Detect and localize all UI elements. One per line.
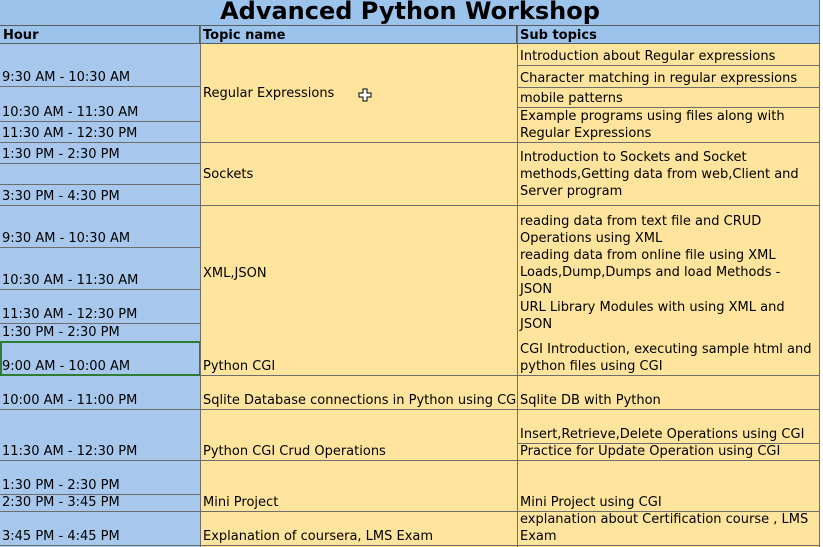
topic-cell[interactable]: Explanation of coursera, LMS Exam — [201, 512, 517, 545]
hour-cell[interactable]: 9:30 AM - 10:30 AM — [0, 44, 200, 86]
hour-cell[interactable]: 11:30 AM - 12:30 PM — [0, 290, 200, 323]
header-hour[interactable]: Hour — [0, 26, 200, 44]
subtopic-cell[interactable]: Insert,Retrieve,Delete Operations using … — [518, 410, 820, 443]
hour-cell[interactable]: 11:30 AM - 12:30 PM — [0, 410, 200, 460]
topic-cell[interactable]: Sockets — [201, 143, 517, 205]
hour-cell[interactable]: 10:30 AM - 11:30 AM — [0, 248, 200, 289]
move-cursor-icon — [358, 88, 372, 102]
hour-cell[interactable]: 3:45 PM - 4:45 PM — [0, 512, 200, 545]
topic-cell[interactable]: Python CGI Crud Operations — [201, 410, 517, 460]
hour-cell[interactable]: 3:30 PM - 4:30 PM — [0, 185, 200, 205]
grid-line — [0, 163, 200, 164]
topic-cell[interactable]: Sqlite Database connections in Python us… — [201, 376, 517, 409]
subtopic-cell[interactable]: reading data from online file using XML … — [518, 248, 793, 298]
topic-cell[interactable]: Mini Project — [201, 461, 517, 511]
topic-cell[interactable]: XML,JSON — [201, 206, 517, 341]
hour-cell[interactable]: 11:30 AM - 12:30 PM — [0, 122, 200, 142]
subtopic-cell[interactable]: Character matching in regular expression… — [518, 66, 820, 87]
subtopic-cell[interactable]: Example programs using files along with … — [518, 108, 818, 142]
topic-cell[interactable]: Python CGI — [201, 342, 517, 375]
hour-cell[interactable]: 2:30 PM - 3:45 PM — [0, 495, 200, 511]
subtopic-cell[interactable]: Introduction about Regular expressions — [518, 44, 820, 65]
subtopic-cell[interactable]: Mini Project using CGI — [518, 461, 820, 511]
header-subtopics[interactable]: Sub topics — [517, 26, 820, 44]
hour-cell[interactable]: 1:30 PM - 2:30 PM — [0, 143, 200, 163]
hour-cell[interactable]: 9:30 AM - 10:30 AM — [0, 206, 200, 247]
subtopic-cell[interactable]: explanation about Certification course ,… — [518, 512, 818, 545]
sheet-title[interactable]: Advanced Python Workshop — [0, 0, 820, 26]
selected-cell-outline — [0, 341, 200, 376]
subtopic-cell[interactable]: URL Library Modules with using XML and J… — [518, 299, 818, 333]
hour-cell[interactable]: 1:30 PM - 2:30 PM — [0, 324, 200, 341]
hour-cell[interactable]: 1:30 PM - 2:30 PM — [0, 461, 200, 494]
subtopic-cell[interactable]: Introduction to Sockets and Socket metho… — [518, 143, 818, 205]
subtopic-cell[interactable]: mobile patterns — [518, 88, 820, 107]
hour-cell[interactable]: 10:00 AM - 11:00 PM — [0, 376, 200, 409]
grid-line — [0, 545, 820, 546]
subtopic-cell[interactable]: Practice for Update Operation using CGI — [518, 444, 820, 460]
header-topic[interactable]: Topic name — [200, 26, 517, 44]
hour-cell[interactable]: 10:30 AM - 11:30 AM — [0, 87, 200, 121]
subtopic-cell[interactable]: reading data from text file and CRUD Ope… — [518, 206, 808, 247]
subtopic-cell[interactable]: CGI Introduction, executing sample html … — [518, 341, 820, 375]
subtopic-cell[interactable]: Sqlite DB with Python — [518, 376, 820, 409]
spreadsheet: Advanced Python Workshop Hour Topic name… — [0, 0, 823, 547]
